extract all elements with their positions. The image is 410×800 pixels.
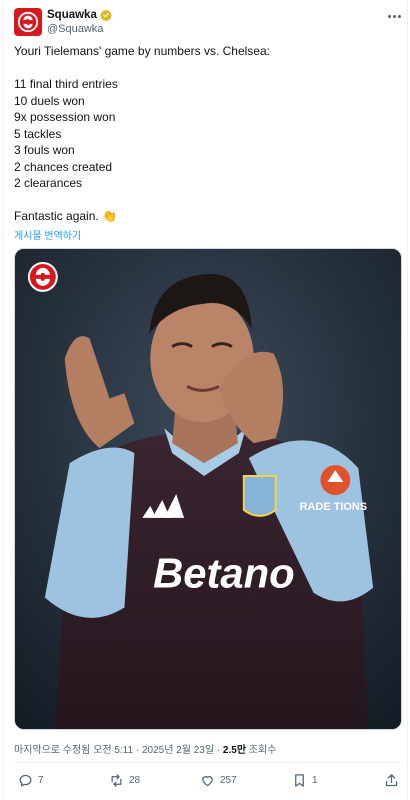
shirt-sponsor-text: Betano bbox=[153, 550, 295, 597]
share-button[interactable] bbox=[384, 773, 399, 788]
action-bar: 7 28 257 1 bbox=[14, 770, 402, 794]
tweet-line: 9x possession won bbox=[14, 110, 116, 124]
watermark-logo-icon bbox=[27, 261, 58, 292]
views-count: 2.5만 bbox=[222, 745, 247, 756]
bookmark-count: 1 bbox=[312, 775, 318, 786]
tweet-line: Fantastic again. 👏 bbox=[14, 209, 117, 223]
tweet-line: 2 chances created bbox=[14, 159, 113, 174]
more-icon[interactable] bbox=[384, 8, 404, 24]
retweet-count: 28 bbox=[129, 775, 141, 786]
divider bbox=[14, 762, 402, 763]
player-photo: RADE TIONS Betano bbox=[15, 249, 401, 729]
reply-button[interactable]: 7 bbox=[18, 773, 44, 788]
retweet-icon bbox=[111, 774, 122, 787]
tweet-line bbox=[14, 60, 402, 77]
bookmark-icon bbox=[295, 774, 304, 787]
verified-badge-icon bbox=[100, 9, 112, 21]
views-label: 조회수 bbox=[246, 745, 277, 756]
author-name-row: Squawka bbox=[47, 9, 112, 21]
like-count: 257 bbox=[220, 775, 237, 786]
tweet-line: 3 fouls won bbox=[14, 143, 75, 157]
tweet-card: Squawka @Squawka Youri Tielemans' game b… bbox=[2, 0, 408, 800]
tweet-line: 2 clearances bbox=[14, 176, 83, 190]
translate-post-link[interactable]: 게시물 번역하기 bbox=[14, 227, 81, 242]
timestamp[interactable]: 마지막으로 수정됨 오전 5:11 · 2025년 2월 23일 · bbox=[14, 745, 223, 756]
tweet-line: Youri Tielemans' game by numbers vs. Che… bbox=[14, 44, 270, 58]
retweet-button[interactable]: 28 bbox=[109, 773, 140, 788]
share-icon bbox=[385, 774, 398, 787]
author-handle[interactable]: @Squawka bbox=[47, 23, 103, 35]
reply-count: 7 bbox=[38, 775, 44, 786]
tweet-line: 11 final third entries bbox=[14, 77, 118, 91]
tweet-photo[interactable]: RADE TIONS Betano bbox=[14, 248, 402, 730]
like-icon bbox=[202, 776, 213, 787]
like-button[interactable]: 257 bbox=[200, 773, 237, 788]
avatar[interactable] bbox=[14, 8, 42, 36]
tweet-meta: 마지막으로 수정됨 오전 5:11 · 2025년 2월 23일 · 2.5만 … bbox=[14, 741, 276, 756]
sleeve-patch-text: RADE TIONS bbox=[300, 501, 367, 513]
tweet-line: 5 tackles bbox=[14, 126, 62, 141]
tweet-line: 10 duels won bbox=[14, 93, 85, 108]
bookmark-button[interactable]: 1 bbox=[292, 773, 318, 788]
squawka-logo-icon bbox=[17, 11, 39, 33]
author-display-name[interactable]: Squawka bbox=[47, 9, 97, 21]
tweet-text: Youri Tielemans' game by numbers vs. Che… bbox=[14, 43, 402, 225]
tweet-line bbox=[14, 192, 402, 209]
tweet-header: Squawka @Squawka bbox=[14, 8, 404, 38]
reply-icon bbox=[19, 774, 32, 787]
